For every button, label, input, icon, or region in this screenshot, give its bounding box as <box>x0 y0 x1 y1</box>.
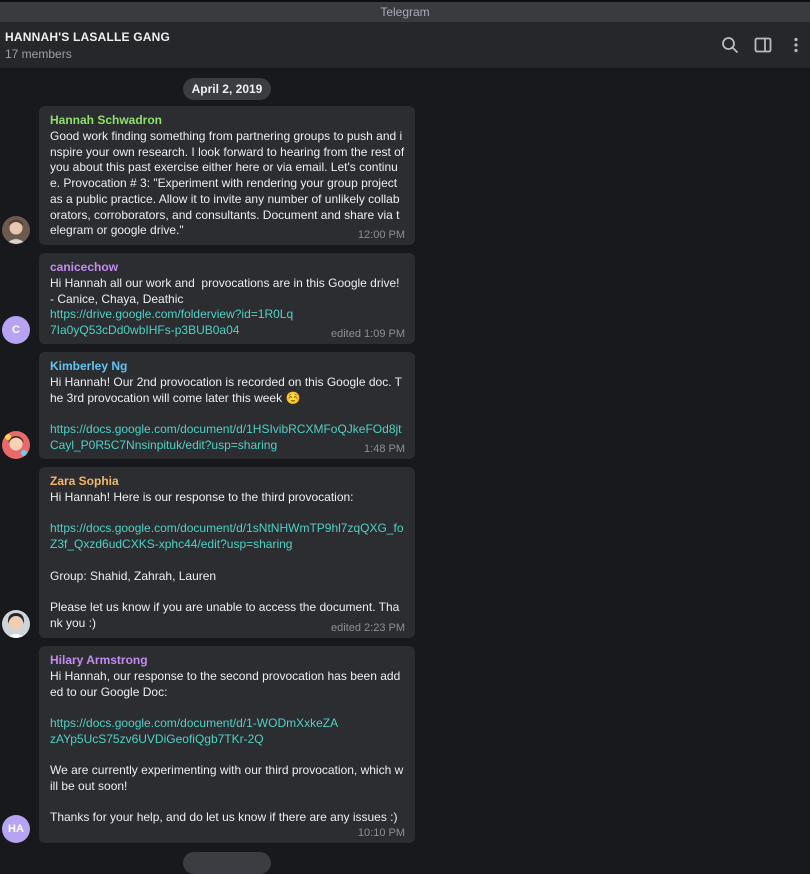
sender-name[interactable]: Zara Sophia <box>50 474 405 489</box>
chat-header[interactable]: HANNAH'S LASALLE GANG 17 members <box>0 22 810 69</box>
message-link[interactable]: https://drive.google.com/folderview?id=1… <box>50 307 295 338</box>
message-bubble[interactable]: Hannah Schwadron Good work finding somet… <box>39 106 415 245</box>
message-link[interactable]: https://docs.google.com/document/d/1-WOD… <box>50 716 340 747</box>
message-time: edited 1:09 PM <box>331 328 405 340</box>
sender-name[interactable]: Hilary Armstrong <box>50 653 405 668</box>
message-link[interactable]: https://docs.google.com/document/d/1sNtN… <box>50 521 404 551</box>
message-bubble[interactable]: canicechow Hi Hannah all our work and pr… <box>39 253 415 344</box>
message-time: edited 2:23 PM <box>331 622 405 634</box>
message-text: Hi Hannah! Our 2nd provocation is record… <box>50 375 405 454</box>
avatar[interactable] <box>2 431 30 459</box>
sender-name[interactable]: canicechow <box>50 260 405 275</box>
message-bubble[interactable]: Zara Sophia Hi Hannah! Here is our respo… <box>39 467 415 638</box>
message-text: Hi Hannah, our response to the second pr… <box>50 669 405 826</box>
message-text: Good work finding something from partner… <box>50 129 408 238</box>
message-link[interactable]: https://docs.google.com/document/d/1HSIv… <box>50 422 402 452</box>
avatar[interactable] <box>2 610 30 638</box>
message-time: 12:00 PM <box>357 229 405 241</box>
message-text-part: Hi Hannah, our response to the second pr… <box>50 669 401 699</box>
message-text-part: We are currently experimenting with our … <box>50 763 404 825</box>
avatar[interactable]: HA <box>2 815 30 843</box>
message-bubble[interactable]: Hilary Armstrong Hi Hannah, our response… <box>39 646 415 843</box>
message-text-part: Hi Hannah! Our 2nd provocation is record… <box>50 375 402 405</box>
date-separator <box>183 852 271 874</box>
member-count[interactable]: 17 members <box>5 47 72 61</box>
message-list[interactable]: April 2, 2019 Hannah Schwadron Good work… <box>0 69 810 874</box>
date-separator: April 2, 2019 <box>183 78 271 100</box>
sidebar-toggle-icon[interactable] <box>754 36 772 54</box>
message-text-part: Group: Shahid, Zahrah, Lauren Please let… <box>50 568 400 630</box>
message-bubble[interactable]: Kimberley Ng Hi Hannah! Our 2nd provocat… <box>39 352 415 459</box>
more-vertical-icon[interactable] <box>787 36 805 54</box>
avatar[interactable] <box>2 216 30 244</box>
message-text-part: Hi Hannah! Here is our response to the t… <box>50 490 354 504</box>
group-name[interactable]: HANNAH'S LASALLE GANG <box>5 30 170 44</box>
message-time: 10:10 PM <box>357 827 405 839</box>
window-title: Telegram <box>380 5 430 19</box>
search-icon[interactable] <box>721 36 739 54</box>
message-text-part: Hi Hannah all our work and provocations … <box>50 276 400 306</box>
sender-name[interactable]: Kimberley Ng <box>50 359 405 374</box>
avatar[interactable]: C <box>2 316 30 344</box>
message-text: Hi Hannah! Here is our response to the t… <box>50 490 405 631</box>
sender-name[interactable]: Hannah Schwadron <box>50 113 405 128</box>
message-time: 1:48 PM <box>364 443 405 455</box>
window-title-bar: Telegram <box>0 0 810 22</box>
